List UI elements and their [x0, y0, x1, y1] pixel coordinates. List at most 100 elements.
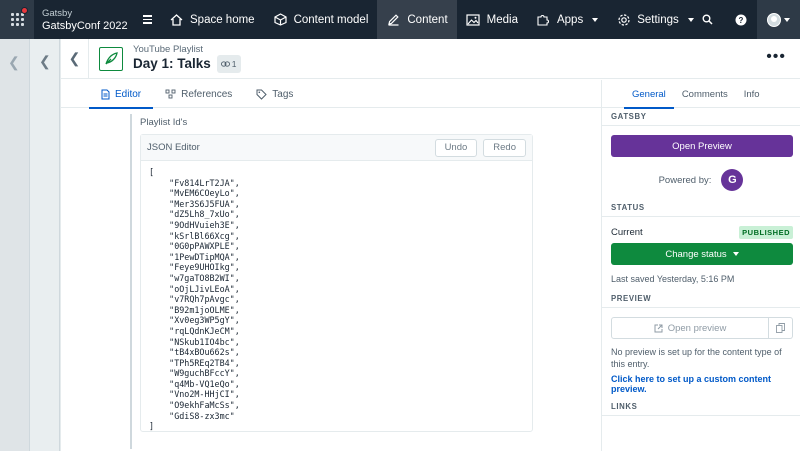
change-status-button[interactable]: Change status: [611, 243, 793, 265]
tab-comments[interactable]: Comments: [674, 80, 736, 108]
nav-settings-label: Settings: [637, 13, 679, 26]
image-icon: [466, 12, 481, 27]
top-navigation: Gatsby GatsbyConf 2022 Space home Conten…: [0, 0, 800, 39]
powered-by-label: Powered by:: [658, 174, 712, 186]
nav-content[interactable]: Content: [377, 0, 457, 39]
puzzle-icon: [536, 12, 551, 27]
gear-icon: [616, 12, 631, 27]
status-row: Current PUBLISHED: [602, 226, 800, 239]
tag-icon: [256, 89, 267, 100]
nav-space-home-label: Space home: [190, 13, 255, 26]
current-label: Current: [611, 227, 643, 238]
tab-info[interactable]: Info: [736, 80, 768, 108]
redo-button[interactable]: Redo: [483, 138, 526, 157]
nav-space-home[interactable]: Space home: [160, 0, 264, 39]
document-icon: [101, 89, 110, 99]
powered-by: Powered by: G: [602, 169, 800, 191]
chevron-down-icon: [732, 252, 739, 256]
setup-preview-link[interactable]: Click here to set up a custom content pr…: [602, 374, 800, 394]
nav-content-model[interactable]: Content model: [264, 0, 378, 39]
preview-section-heading: PREVIEW: [602, 290, 800, 308]
chevron-down-icon: [592, 17, 599, 22]
nav-settings[interactable]: Settings: [607, 0, 703, 39]
nav-apps-label: Apps: [556, 13, 584, 26]
content-type-name: YouTube Playlist: [133, 44, 204, 55]
undo-button[interactable]: Undo: [434, 138, 478, 157]
sidebar-tabs: General Comments Info: [602, 80, 800, 109]
nav-content-label: Content: [407, 13, 448, 26]
back-button[interactable]: ❮: [61, 38, 89, 79]
account-menu[interactable]: [757, 0, 800, 39]
last-saved-text: Last saved Yesterday, 5:16 PM: [611, 274, 735, 284]
status-badge: PUBLISHED: [739, 226, 793, 239]
space-name: GatsbyConf 2022: [42, 19, 128, 32]
entry-title: Day 1: Talks 1: [133, 55, 241, 73]
background-slide-layer: ❮: [0, 39, 30, 451]
references-icon: [165, 89, 176, 99]
nav-right-actions: ?: [691, 0, 800, 39]
status-section-heading: STATUS: [602, 199, 800, 217]
preview-row: Open preview: [611, 317, 793, 339]
gatsby-section-heading: GATSBY: [602, 108, 800, 126]
editor-area: Playlist Id's JSON Editor Undo Redo [ "F…: [61, 109, 601, 451]
tab-editor[interactable]: Editor: [89, 80, 154, 109]
avatar: [767, 12, 781, 27]
search-button[interactable]: [691, 0, 724, 39]
tab-references[interactable]: References: [153, 80, 244, 108]
entry-type-icon: [99, 46, 123, 71]
external-link-icon: [654, 324, 663, 332]
app-switcher-button[interactable]: [0, 0, 34, 39]
space-selector[interactable]: Gatsby GatsbyConf 2022: [34, 7, 134, 33]
nav-apps[interactable]: Apps: [527, 0, 607, 39]
cube-icon: [273, 12, 288, 27]
edit-icon: [386, 12, 401, 27]
link-icon: [220, 61, 230, 67]
json-editor-toolbar: JSON Editor Undo Redo: [141, 135, 532, 161]
references-count: 1: [231, 59, 237, 69]
gatsby-logo-icon: G: [721, 169, 744, 191]
json-code-area[interactable]: [ "Fv814LrT2JA", "MvEM6COeyLo", "Mer3S6J…: [141, 161, 532, 438]
copy-button[interactable]: [769, 317, 793, 339]
nav-media[interactable]: Media: [457, 0, 527, 39]
open-preview-button[interactable]: Open Preview: [611, 135, 793, 157]
change-status-label: Change status: [665, 248, 727, 260]
help-icon: ?: [735, 14, 746, 25]
editor-tabs: Editor References Tags: [61, 80, 601, 109]
chevron-left-icon: ❮: [68, 50, 81, 66]
json-editor-label: JSON Editor: [147, 142, 200, 153]
nav-media-label: Media: [486, 13, 518, 26]
tab-general[interactable]: General: [624, 80, 674, 109]
home-icon: [169, 12, 184, 27]
entry-editor: ❮ YouTube Playlist Day 1: Talks 1 ••• Ed…: [61, 38, 800, 451]
help-button[interactable]: ?: [724, 0, 757, 39]
open-preview-small-label: Open preview: [667, 322, 727, 334]
org-name: Gatsby: [42, 7, 73, 19]
tab-tags-label: Tags: [272, 88, 294, 100]
notification-dot: [21, 7, 28, 14]
entry-titles: YouTube Playlist Day 1: Talks 1: [133, 44, 241, 73]
playlist-ids-field: Playlist Id's JSON Editor Undo Redo [ "F…: [130, 114, 535, 449]
back-chevron-icon[interactable]: ❮: [39, 53, 51, 70]
field-label: Playlist Id's: [140, 117, 188, 128]
entry-title-text: Day 1: Talks: [133, 56, 211, 71]
back-chevron-icon[interactable]: ❮: [8, 54, 20, 71]
tab-tags[interactable]: Tags: [244, 80, 305, 108]
grid-icon: [10, 13, 24, 26]
json-editor: JSON Editor Undo Redo [ "Fv814LrT2JA", "…: [140, 134, 533, 432]
copy-icon: [776, 323, 785, 333]
nav-content-model-label: Content model: [293, 13, 369, 26]
links-section-heading: LINKS: [602, 398, 800, 416]
hamburger-menu-icon[interactable]: [134, 0, 160, 39]
search-icon: [702, 14, 713, 25]
chevron-down-icon: [784, 17, 790, 22]
references-badge[interactable]: 1: [216, 55, 241, 73]
open-preview-small-button[interactable]: Open preview: [611, 317, 769, 339]
svg-text:?: ?: [738, 16, 743, 25]
more-actions-icon[interactable]: •••: [766, 49, 786, 65]
tab-references-label: References: [181, 88, 233, 100]
background-slide-layer-2: ❮: [30, 39, 60, 451]
entry-sidebar: General Comments Info GATSBY Open Previe…: [601, 80, 800, 451]
entry-header: ❮ YouTube Playlist Day 1: Talks 1 •••: [61, 38, 800, 79]
no-preview-text: No preview is set up for the content typ…: [611, 347, 782, 369]
tab-editor-label: Editor: [115, 88, 142, 100]
